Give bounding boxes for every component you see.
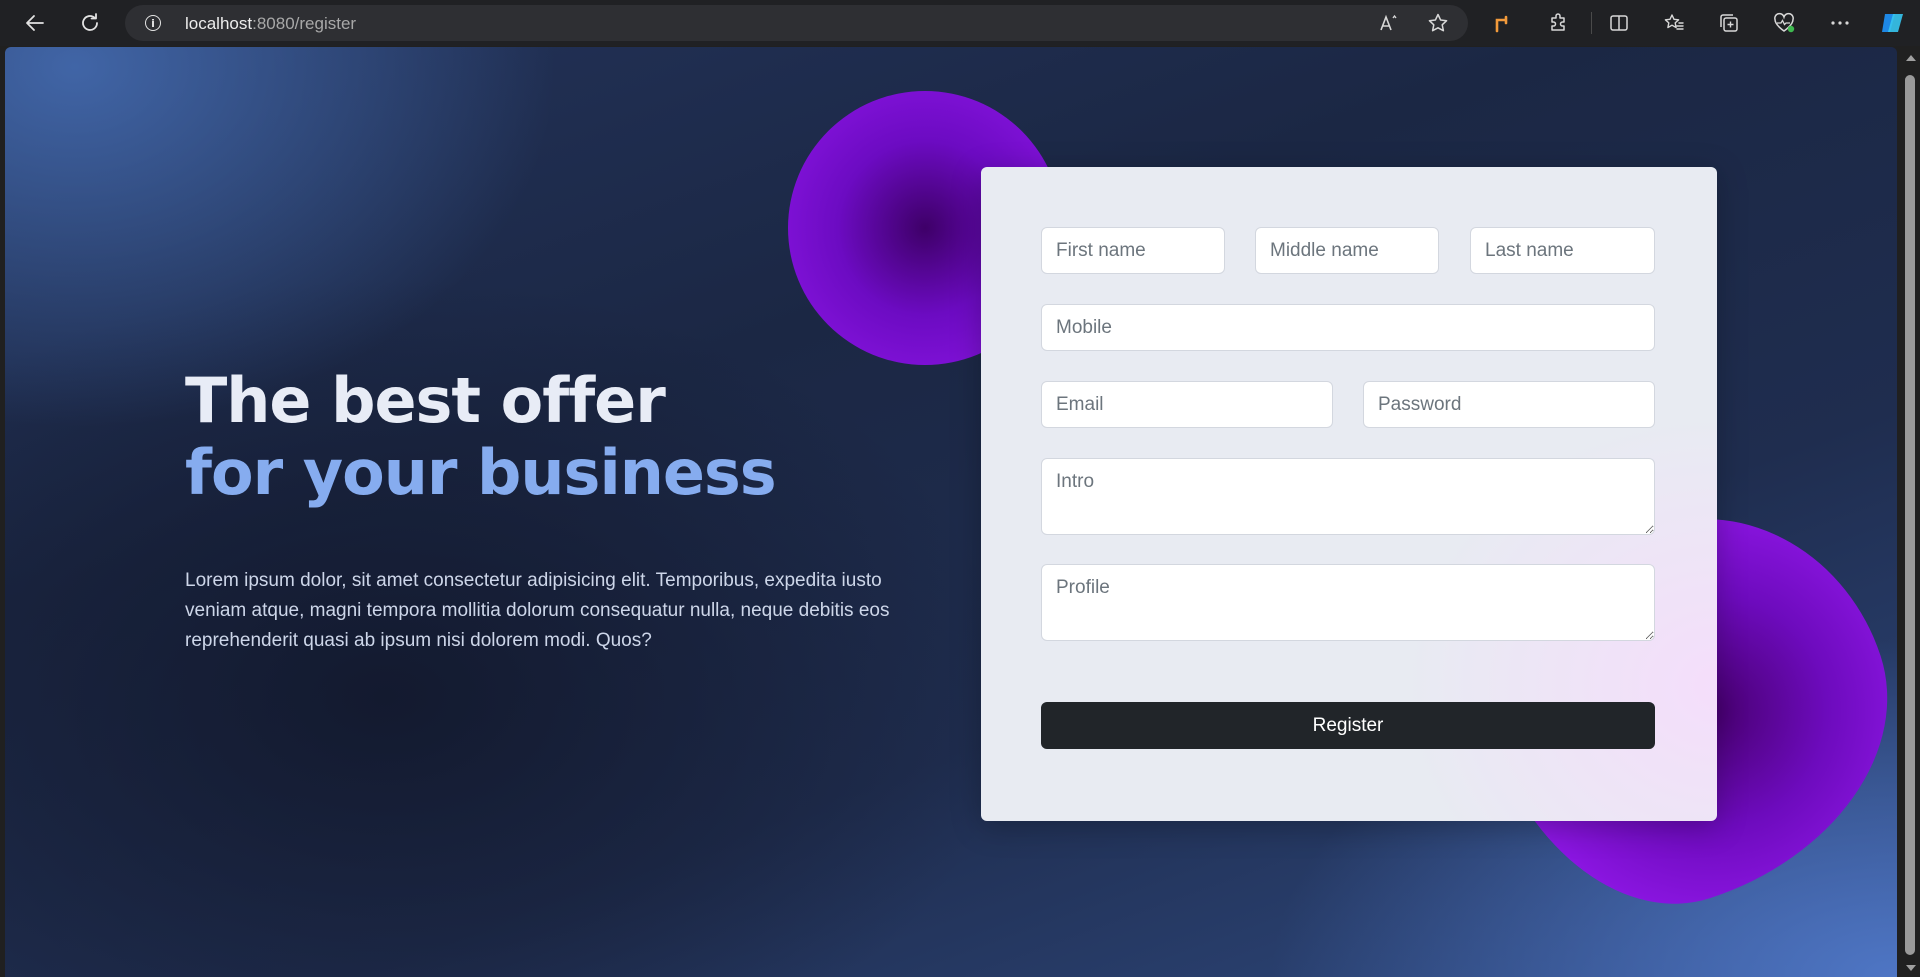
url-path: :8080/register xyxy=(252,14,357,33)
more-icon[interactable] xyxy=(1826,9,1854,37)
site-info-icon[interactable]: i xyxy=(145,15,161,31)
email-input[interactable] xyxy=(1041,381,1333,428)
favorites-icon[interactable] xyxy=(1660,9,1688,37)
reload-icon[interactable] xyxy=(76,9,104,37)
hero-title: The best offer for your business xyxy=(185,364,777,509)
puzzle-icon[interactable] xyxy=(1545,9,1573,37)
first-name-input[interactable] xyxy=(1041,227,1225,274)
heart-pulse-icon[interactable] xyxy=(1770,9,1798,37)
back-arrow-icon[interactable] xyxy=(21,9,49,37)
collections-icon[interactable] xyxy=(1715,9,1743,37)
star-icon[interactable] xyxy=(1424,9,1452,37)
register-form: Register xyxy=(981,167,1717,821)
toolbar-separator xyxy=(1591,12,1592,34)
last-name-input[interactable] xyxy=(1470,227,1655,274)
hero-title-line1: The best offer xyxy=(185,364,666,437)
intro-textarea[interactable] xyxy=(1041,458,1655,535)
url-text[interactable]: localhost:8080/register xyxy=(185,14,356,34)
scrollbar-thumb[interactable] xyxy=(1905,75,1915,955)
copilot-icon[interactable] xyxy=(1879,9,1907,37)
scroll-up-arrow-icon[interactable] xyxy=(1906,55,1916,61)
read-aloud-icon[interactable] xyxy=(1375,9,1403,37)
browser-toolbar: i localhost:8080/register xyxy=(0,0,1920,46)
hero-title-line2: for your business xyxy=(185,436,777,509)
page-viewport: The best offer for your business Lorem i… xyxy=(5,47,1897,977)
split-screen-icon[interactable] xyxy=(1605,9,1633,37)
address-bar[interactable]: i localhost:8080/register xyxy=(125,5,1468,41)
profile-textarea[interactable] xyxy=(1041,564,1655,641)
register-button[interactable]: Register xyxy=(1041,702,1655,749)
password-input[interactable] xyxy=(1363,381,1655,428)
vertical-scrollbar[interactable] xyxy=(1900,47,1920,977)
url-host: localhost xyxy=(185,14,253,33)
scroll-down-arrow-icon[interactable] xyxy=(1906,965,1916,971)
middle-name-input[interactable] xyxy=(1255,227,1439,274)
orange-extension-icon[interactable] xyxy=(1490,9,1518,37)
hero-description: Lorem ipsum dolor, sit amet consectetur … xyxy=(185,570,890,651)
mobile-input[interactable] xyxy=(1041,304,1655,351)
